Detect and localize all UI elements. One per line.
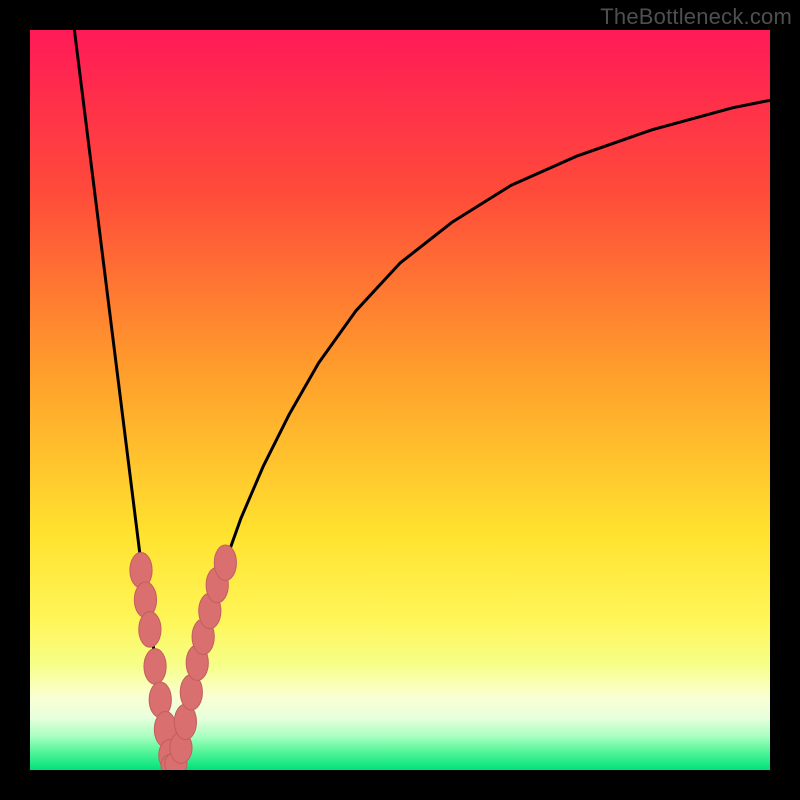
marker bbox=[139, 612, 161, 648]
chart-svg bbox=[30, 30, 770, 770]
marker bbox=[214, 545, 236, 581]
chart-frame: TheBottleneck.com bbox=[0, 0, 800, 800]
plot-area bbox=[30, 30, 770, 770]
watermark-text: TheBottleneck.com bbox=[600, 4, 792, 30]
gradient-background bbox=[30, 30, 770, 770]
marker bbox=[144, 649, 166, 685]
